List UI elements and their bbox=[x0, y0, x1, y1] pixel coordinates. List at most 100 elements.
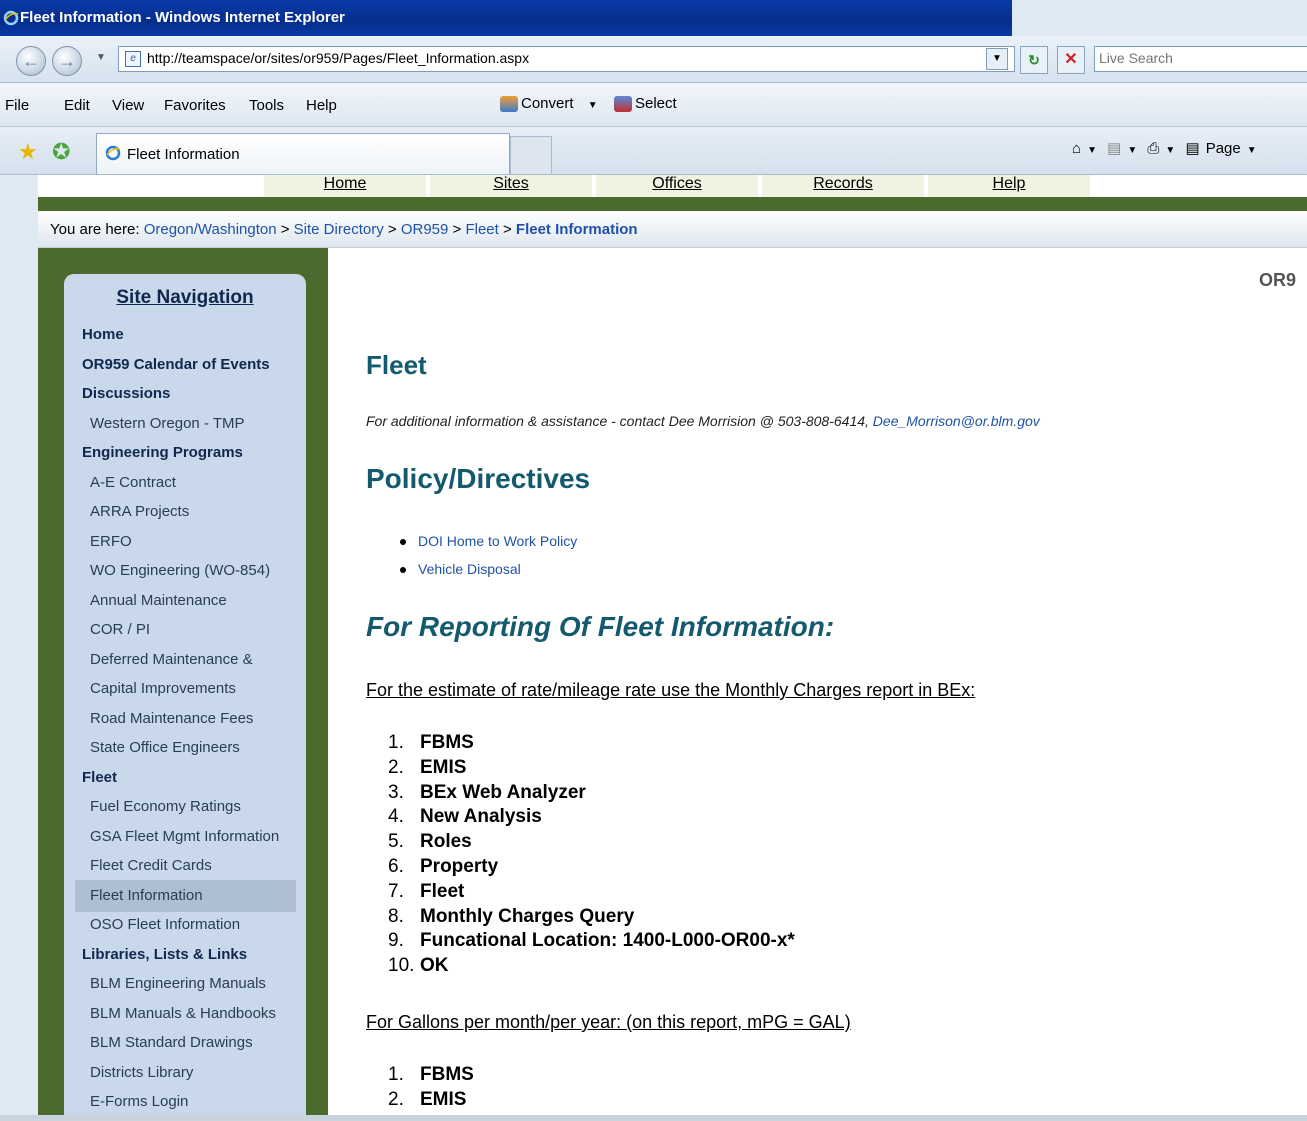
sidebar-item[interactable]: Deferred Maintenance & bbox=[90, 651, 253, 668]
step-number: 9. bbox=[388, 930, 404, 952]
sidebar-item[interactable]: Engineering Programs bbox=[82, 444, 243, 461]
policy-link-vehicle-disposal[interactable]: Vehicle Disposal bbox=[418, 561, 521, 577]
feeds-icon[interactable]: ▤ bbox=[1107, 140, 1121, 157]
step-text: Fleet bbox=[420, 880, 465, 902]
home-dropdown-icon[interactable]: ▼ bbox=[1087, 145, 1097, 156]
site-header-bar bbox=[38, 197, 1307, 211]
sidebar-item[interactable]: Home bbox=[82, 326, 124, 343]
breadcrumb-site-directory[interactable]: Site Directory bbox=[294, 221, 384, 238]
sidebar-item[interactable]: BLM Standard Drawings bbox=[90, 1034, 253, 1051]
breadcrumb-or959[interactable]: OR959 bbox=[401, 221, 449, 238]
topnav-sites[interactable]: Sites bbox=[430, 175, 592, 197]
sidebar-item[interactable]: Fuel Economy Ratings bbox=[90, 798, 241, 815]
sidebar-item[interactable]: ERFO bbox=[90, 533, 132, 550]
sidebar-item[interactable]: Discussions bbox=[82, 385, 170, 402]
section1-step: 8. Monthly Charges Query bbox=[388, 906, 634, 928]
title-bar-blank bbox=[1012, 0, 1307, 36]
policy-link-home-to-work[interactable]: DOI Home to Work Policy bbox=[418, 533, 577, 549]
sidebar-item[interactable]: State Office Engineers bbox=[90, 739, 240, 756]
sidebar-item[interactable]: Fleet bbox=[82, 769, 117, 786]
address-bar[interactable]: e http://teamspace/or/sites/or959/Pages/… bbox=[118, 46, 1015, 72]
sidebar-item[interactable]: WO Engineering (WO-854) bbox=[90, 562, 270, 579]
breadcrumb-fleet[interactable]: Fleet bbox=[465, 221, 498, 238]
convert-dropdown-icon[interactable]: ▼ bbox=[588, 100, 598, 111]
home-icon[interactable]: ⌂ bbox=[1072, 140, 1081, 157]
topnav-home-link[interactable]: Home bbox=[324, 175, 367, 192]
step-number: 4. bbox=[388, 806, 404, 828]
sidebar-item[interactable]: A-E Contract bbox=[90, 474, 176, 491]
stop-button[interactable]: ✕ bbox=[1057, 46, 1085, 74]
sidebar-heading[interactable]: Site Navigation bbox=[64, 287, 306, 309]
sidebar-item[interactable]: Fleet Credit Cards bbox=[90, 857, 212, 874]
bullet bbox=[400, 539, 406, 546]
page-menu-button[interactable]: Page bbox=[1206, 140, 1241, 157]
sidebar-item[interactable]: BLM Manuals & Handbooks bbox=[90, 1005, 276, 1022]
sidebar-item[interactable]: BLM Engineering Manuals bbox=[90, 975, 266, 992]
breadcrumb-current: Fleet Information bbox=[515, 221, 638, 238]
section1-step: 2. EMIS bbox=[388, 757, 466, 779]
policy-heading: Policy/Directives bbox=[366, 463, 591, 494]
menu-file[interactable]: File bbox=[5, 97, 29, 114]
contact-email-link[interactable]: Dee_Morrison@or.blm.gov bbox=[873, 413, 1040, 429]
sidebar-item[interactable]: E-Forms Login bbox=[90, 1093, 188, 1110]
favorites-star-icon[interactable]: ★ bbox=[18, 139, 38, 165]
feeds-dropdown-icon[interactable]: ▼ bbox=[1127, 145, 1137, 156]
menu-view[interactable]: View bbox=[112, 97, 144, 114]
section1-step: 6. Property bbox=[388, 856, 498, 878]
ie-logo-icon bbox=[3, 10, 19, 26]
sidebar-item[interactable]: Annual Maintenance bbox=[90, 592, 227, 609]
sidebar-item[interactable]: Capital Improvements bbox=[90, 680, 236, 697]
step-number: 1. bbox=[388, 1064, 404, 1085]
sidebar-item[interactable]: Districts Library bbox=[90, 1064, 193, 1081]
menu-help[interactable]: Help bbox=[306, 97, 337, 114]
policy-link-item[interactable]: DOI Home to Work Policy bbox=[400, 533, 577, 549]
search-input[interactable] bbox=[1095, 47, 1303, 69]
policy-link-item[interactable]: Vehicle Disposal bbox=[400, 561, 521, 577]
add-favorite-icon[interactable]: ✪ bbox=[52, 139, 70, 165]
step-text: EMIS bbox=[420, 1089, 467, 1110]
sidebar-item[interactable]: COR / PI bbox=[90, 621, 150, 638]
topnav-home[interactable]: Home bbox=[264, 175, 426, 197]
forward-button[interactable]: → bbox=[52, 46, 82, 76]
topnav-help[interactable]: Help bbox=[928, 175, 1090, 197]
new-tab-button[interactable] bbox=[510, 136, 552, 174]
menu-tools[interactable]: Tools bbox=[249, 97, 284, 114]
breadcrumb-oregon-washington[interactable]: Oregon/Washington bbox=[144, 221, 277, 238]
select-button[interactable]: Select bbox=[614, 95, 677, 113]
topnav-sites-link[interactable]: Sites bbox=[493, 175, 529, 192]
step-number: 8. bbox=[388, 905, 404, 927]
section1-step: 1. FBMS bbox=[388, 732, 474, 754]
section1-heading: For the estimate of rate/mileage rate us… bbox=[366, 680, 976, 700]
sidebar-item[interactable]: Western Oregon - TMP bbox=[90, 415, 245, 432]
step-text: FBMS bbox=[420, 1064, 474, 1085]
sidebar-item[interactable]: Libraries, Lists & Links bbox=[82, 946, 247, 963]
convert-button[interactable]: Convert ▼ bbox=[500, 95, 598, 113]
sidebar-item[interactable]: Road Maintenance Fees bbox=[90, 710, 253, 727]
address-dropdown-button[interactable]: ▼ bbox=[986, 48, 1008, 70]
sidebar-item[interactable]: OSO Fleet Information bbox=[90, 916, 240, 933]
sidebar-item[interactable]: OR959 Calendar of Events bbox=[82, 356, 270, 373]
back-button[interactable]: ← bbox=[16, 46, 46, 76]
topnav-offices[interactable]: Offices bbox=[596, 175, 758, 197]
section1-step: 3. BEx Web Analyzer bbox=[388, 782, 586, 804]
sidebar-item[interactable]: GSA Fleet Mgmt Information bbox=[90, 828, 279, 845]
url-text[interactable]: http://teamspace/or/sites/or959/Pages/Fl… bbox=[147, 50, 529, 66]
search-box[interactable] bbox=[1094, 46, 1307, 72]
page-dropdown-icon[interactable]: ▼ bbox=[1247, 145, 1257, 156]
step-number: 1. bbox=[388, 732, 404, 753]
topnav-records[interactable]: Records bbox=[762, 175, 924, 197]
sidebar-item[interactable]: ARRA Projects bbox=[90, 503, 189, 520]
menu-edit[interactable]: Edit bbox=[64, 97, 90, 114]
topnav-offices-link[interactable]: Offices bbox=[652, 175, 702, 192]
tab-fleet-information[interactable]: Fleet Information bbox=[96, 133, 510, 174]
sidebar-item[interactable]: Fleet Information bbox=[90, 887, 203, 904]
topnav-records-link[interactable]: Records bbox=[813, 175, 873, 192]
print-icon[interactable]: ⎙ bbox=[1147, 140, 1159, 157]
print-dropdown-icon[interactable]: ▼ bbox=[1165, 145, 1175, 156]
menu-favorites[interactable]: Favorites bbox=[164, 97, 226, 114]
refresh-button[interactable]: ↻ bbox=[1020, 46, 1048, 74]
step-text: OK bbox=[420, 955, 449, 977]
history-dropdown-icon[interactable]: ▼ bbox=[96, 52, 106, 63]
topnav-help-link[interactable]: Help bbox=[993, 175, 1026, 192]
step-number: 6. bbox=[388, 856, 404, 877]
